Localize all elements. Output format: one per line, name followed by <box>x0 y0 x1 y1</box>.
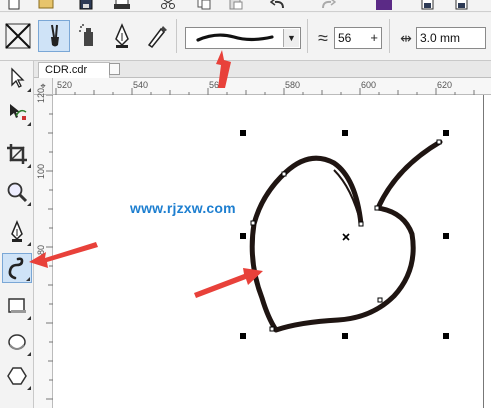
redo-icon[interactable] <box>320 0 336 10</box>
undo-icon[interactable] <box>270 0 286 10</box>
ruler-label: 540 <box>133 80 149 90</box>
ruler-label: 600 <box>361 80 377 90</box>
toolbox <box>0 61 34 408</box>
ruler-label: 620 <box>437 80 453 90</box>
document-tab-bar: CDR.cdr <box>34 61 491 78</box>
horizontal-ruler[interactable]: 520 540 560 580 600 620 <box>53 78 491 95</box>
stroke-width-icon: ⇹ <box>400 30 412 46</box>
app-launcher-icon[interactable] <box>376 0 392 10</box>
rectangle-tool-icon[interactable] <box>2 291 32 321</box>
ruler-label: 560 <box>209 80 225 90</box>
flyout-indicator-icon <box>26 277 30 281</box>
drawing-canvas[interactable] <box>53 95 491 408</box>
copy-icon[interactable] <box>196 0 212 10</box>
flyout-indicator-icon <box>27 202 31 206</box>
page-border <box>483 95 484 408</box>
smoothing-icon: ≈ <box>318 28 328 48</box>
chevron-down-icon[interactable]: ▼ <box>283 29 299 47</box>
calligraphic-pen-icon[interactable] <box>106 20 138 52</box>
flyout-indicator-icon <box>27 242 31 246</box>
ruler-ticks <box>55 88 475 95</box>
ruler-label: 80 <box>36 244 46 255</box>
document-tab[interactable]: CDR.cdr <box>38 62 110 78</box>
ruler-label: 580 <box>285 80 301 90</box>
stroke-preview <box>196 33 274 42</box>
ruler-label: 100 <box>36 163 46 179</box>
stroke-width-value: 3.0 mm <box>420 31 461 45</box>
flyout-indicator-icon <box>27 352 31 356</box>
crop-tool-icon[interactable] <box>2 139 32 169</box>
polygon-tool-icon[interactable] <box>2 361 32 391</box>
sprayer-icon[interactable] <box>72 20 104 52</box>
pick-tool-icon[interactable] <box>2 63 32 93</box>
toolbar-separator <box>307 19 308 53</box>
artistic-media-tool-icon[interactable] <box>2 253 32 283</box>
flyout-indicator-icon <box>27 122 31 126</box>
ruler-label: 520 <box>57 80 73 90</box>
import-icon[interactable] <box>420 0 436 10</box>
ellipse-tool-icon[interactable] <box>2 327 32 357</box>
brush-icon[interactable] <box>38 20 70 52</box>
new-icon[interactable] <box>6 0 22 10</box>
toolbar-separator <box>389 19 390 53</box>
pen-tool-icon[interactable] <box>2 217 32 247</box>
smoothing-stepper[interactable]: + <box>370 30 378 45</box>
stroke-width-input[interactable]: 3.0 mm <box>416 27 486 49</box>
save-icon[interactable] <box>78 0 94 10</box>
standard-toolbar <box>0 0 491 12</box>
smoothing-value: 56 <box>338 31 352 45</box>
paste-icon[interactable] <box>228 0 244 10</box>
corel-draw-window: ▼ ≈ 56 + ⇹ 3.0 mm CDR.cdr ⌖ 520 540 560 … <box>0 0 491 408</box>
cut-icon[interactable] <box>160 0 176 10</box>
zoom-tool-icon[interactable] <box>2 177 32 207</box>
preset-brush-icon[interactable] <box>2 20 34 52</box>
watermark-text: www.rjzxw.com <box>130 200 236 216</box>
toolbar-separator <box>176 19 177 53</box>
property-bar: ▼ ≈ 56 + ⇹ 3.0 mm <box>0 13 491 61</box>
flyout-indicator-icon <box>27 386 31 390</box>
shape-tool-icon[interactable] <box>2 97 32 127</box>
stroke-preset-dropdown[interactable]: ▼ <box>185 27 301 49</box>
page-icon[interactable] <box>109 63 120 75</box>
open-icon[interactable] <box>38 0 54 10</box>
export-icon[interactable] <box>454 0 470 10</box>
pressure-pen-icon[interactable] <box>140 20 172 52</box>
flyout-indicator-icon <box>27 164 31 168</box>
ruler-label: 120 <box>36 87 46 103</box>
smoothing-input[interactable]: 56 + <box>334 27 382 49</box>
print-icon[interactable] <box>114 0 130 10</box>
vertical-ruler[interactable]: 120 100 80 <box>34 88 53 408</box>
flyout-indicator-icon <box>27 88 31 92</box>
flyout-indicator-icon <box>27 316 31 320</box>
